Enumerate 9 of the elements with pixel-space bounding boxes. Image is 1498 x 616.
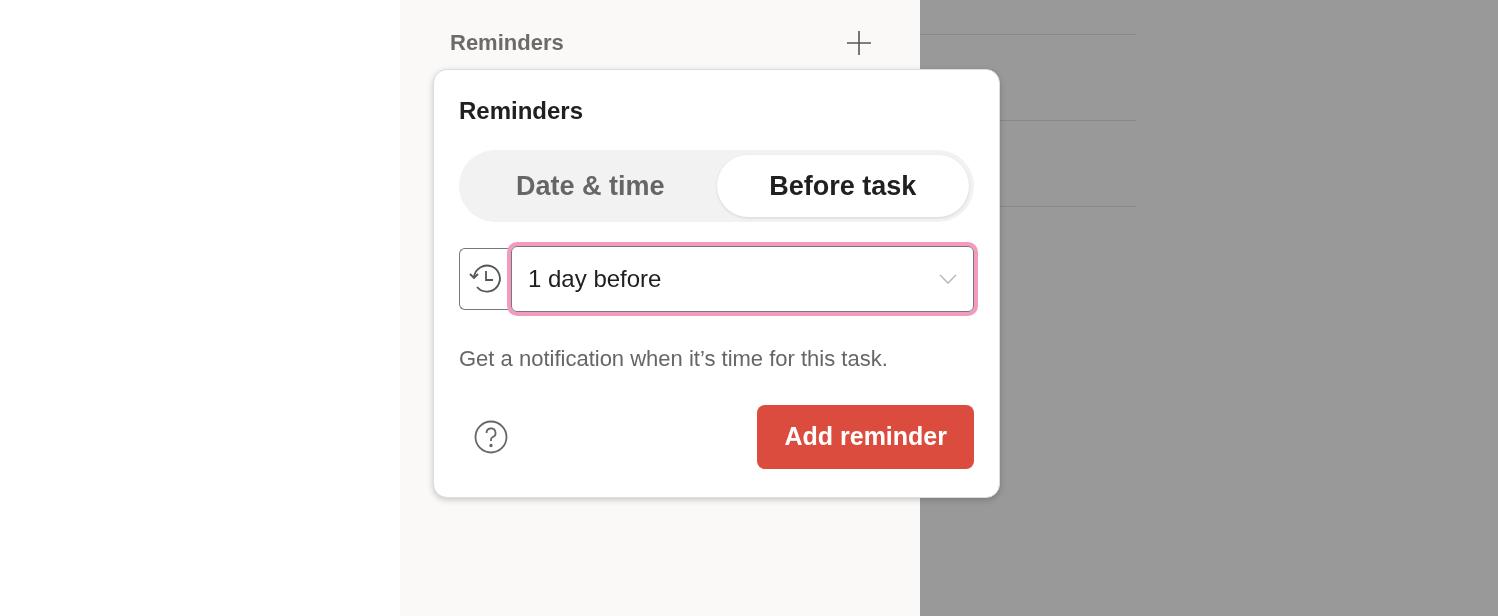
chevron-down-icon xyxy=(939,274,957,284)
popover-title: Reminders xyxy=(459,96,585,126)
help-icon[interactable] xyxy=(474,420,508,454)
add-reminder-button[interactable]: Add reminder xyxy=(757,405,974,469)
description-text: Get a notification when it’s time for this task. xyxy=(459,345,889,373)
add-icon[interactable] xyxy=(846,29,872,56)
section-title: Reminders xyxy=(450,29,564,57)
segment-tab[interactable]: Date & time xyxy=(464,155,717,217)
segment-tab[interactable]: Before task xyxy=(716,155,969,217)
